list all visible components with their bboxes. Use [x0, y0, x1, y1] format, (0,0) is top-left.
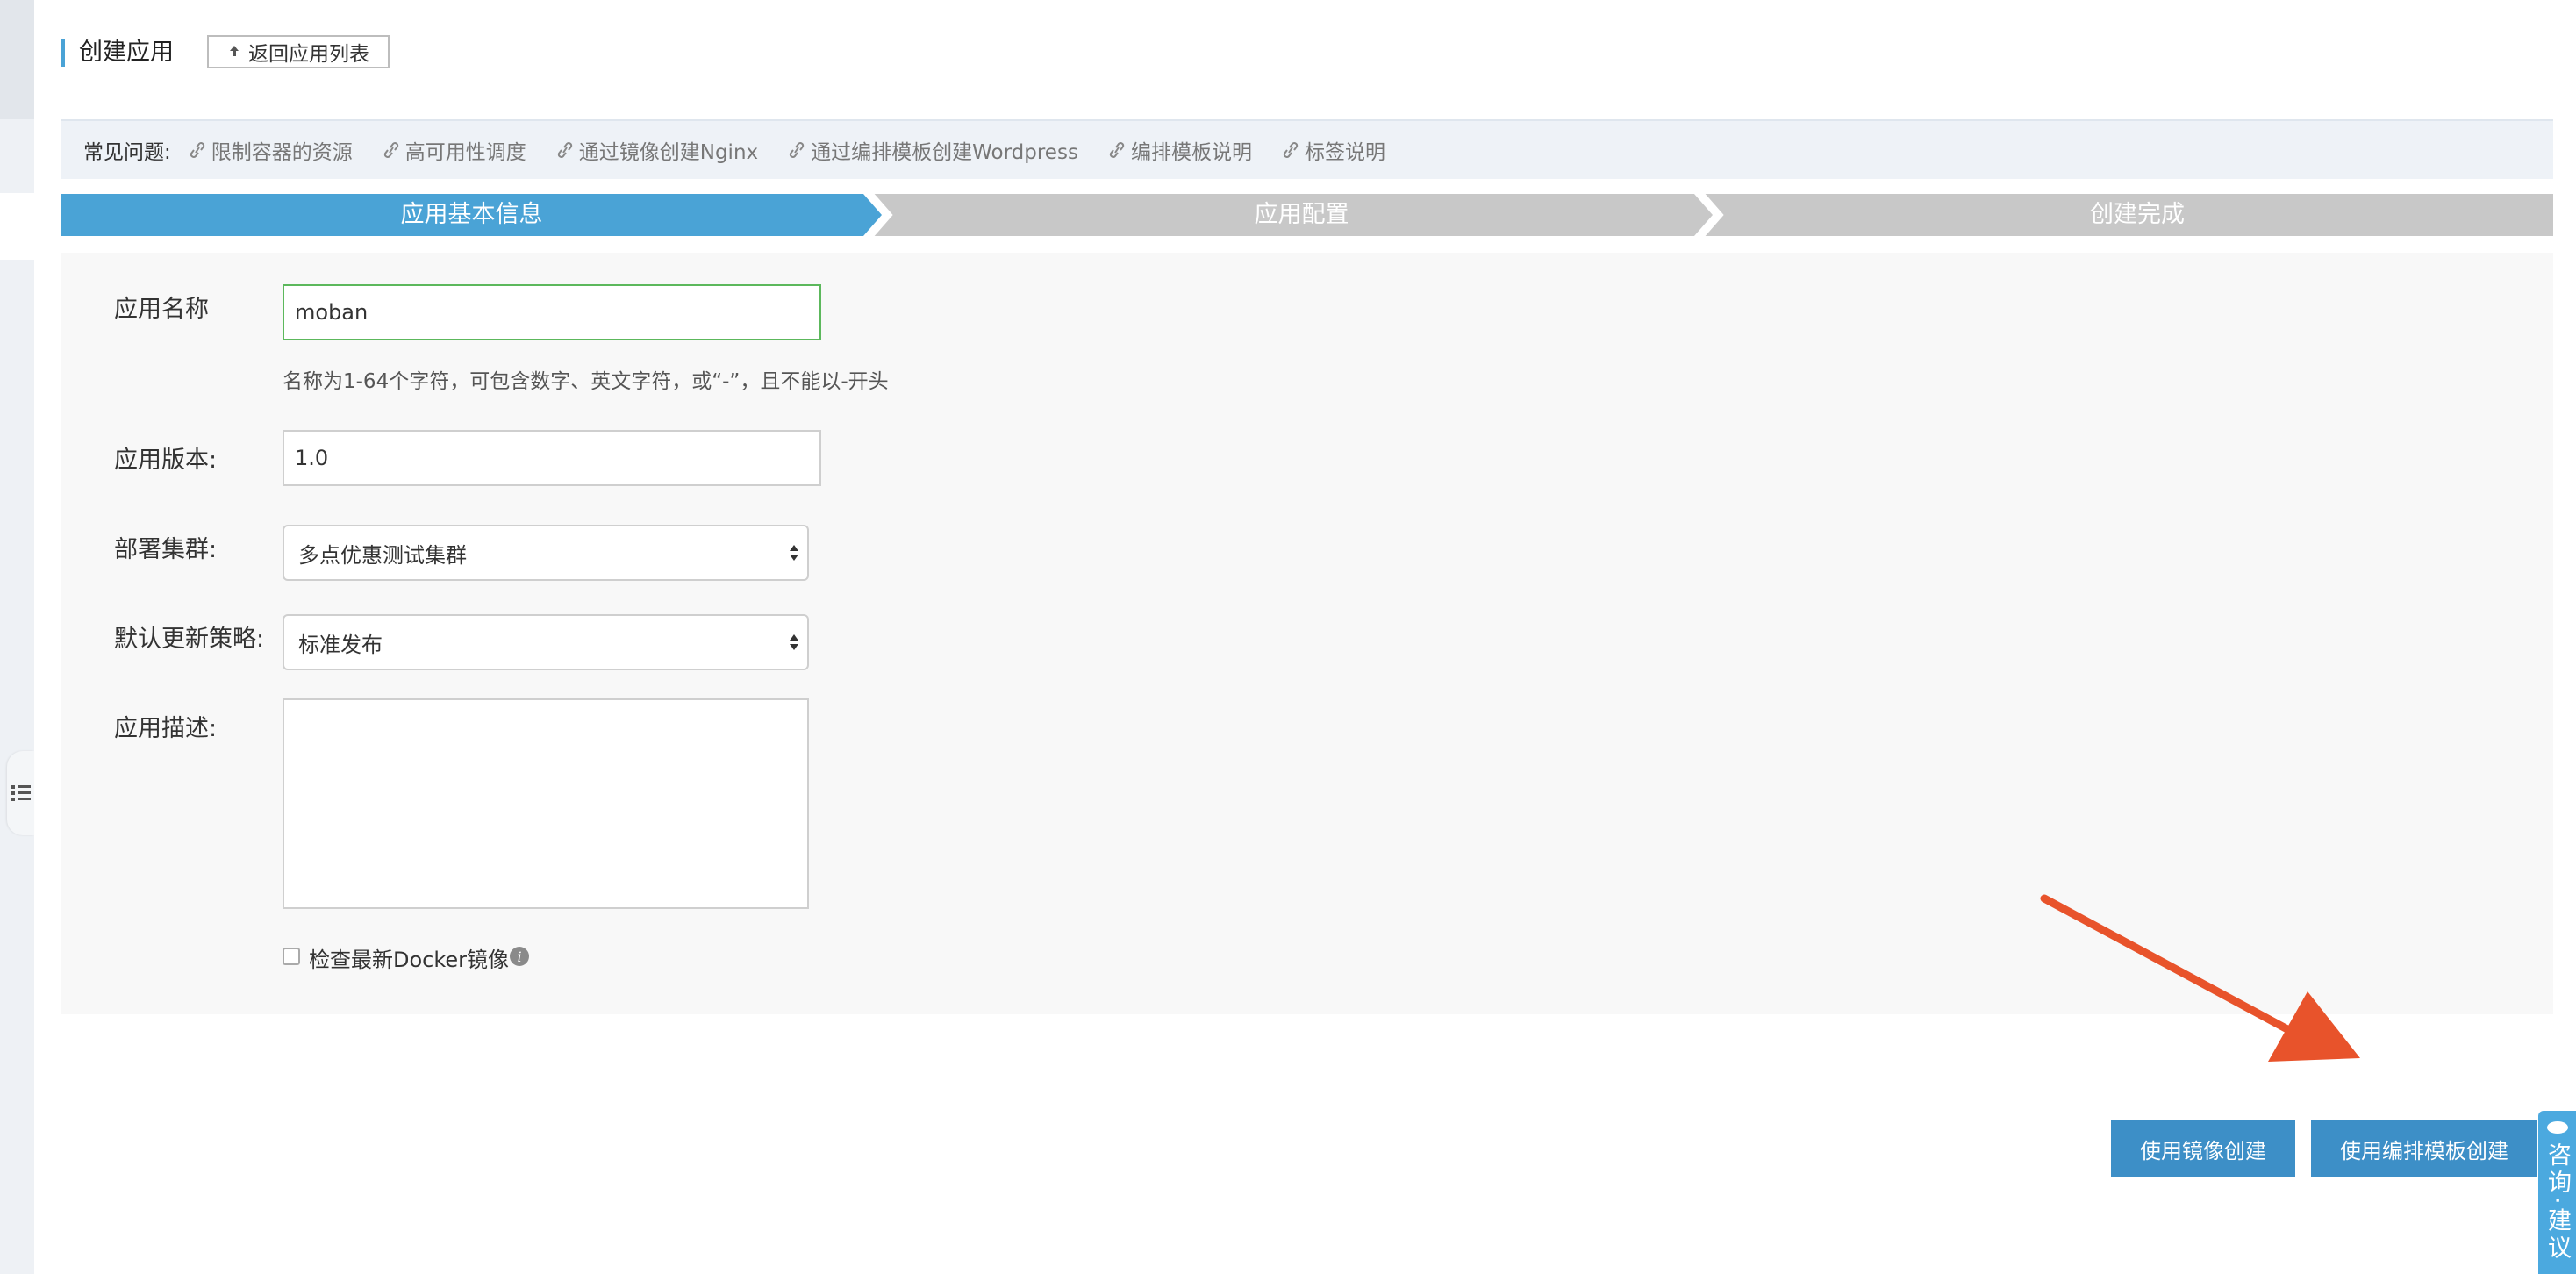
feedback-label: 咨询·建议: [2544, 1142, 2571, 1263]
app-description-textarea[interactable]: [283, 698, 809, 909]
create-from-image-button[interactable]: 使用镜像创建: [2111, 1120, 2295, 1177]
app-description-label: 应用描述:: [114, 715, 218, 742]
deploy-cluster-value: 多点优惠测试集群: [298, 542, 467, 568]
link-icon: [557, 142, 572, 158]
faq-link-nginx[interactable]: 通过镜像创建Nginx: [556, 135, 758, 165]
faq-link-wordpress[interactable]: 通过编排模板创建Wordpress: [788, 135, 1078, 165]
annotation-arrow-icon: [2040, 894, 2360, 1062]
update-strategy-label: 默认更新策略:: [114, 626, 265, 653]
info-icon[interactable]: i: [510, 947, 529, 966]
link-icon: [790, 142, 805, 158]
update-strategy-select[interactable]: 标准发布: [283, 614, 809, 670]
select-arrows-icon: [790, 634, 798, 650]
deploy-cluster-label: 部署集群:: [114, 536, 218, 563]
select-arrows-icon: [790, 545, 798, 561]
link-icon: [190, 142, 204, 158]
sidebar-section-top: [0, 0, 34, 119]
chat-bubble-icon: [2546, 1121, 2568, 1134]
docker-check-checkbox[interactable]: [283, 948, 300, 965]
faq-link-labels[interactable]: 标签说明: [1282, 135, 1385, 165]
app-name-hint: 名称为1-64个字符，可包含数字、英文字符，或“-”，且不能以-开头: [283, 370, 889, 393]
update-strategy-value: 标准发布: [298, 632, 383, 657]
progress-steps: 应用基本信息 应用配置 创建完成: [61, 194, 2553, 236]
left-sidebar: [0, 0, 34, 1274]
link-icon: [1109, 142, 1125, 158]
app-name-label: 应用名称: [114, 296, 209, 323]
faq-bar: 常见问题: 限制容器的资源 高可用性调度 通过镜像创建Nginx 通过编排模板创…: [61, 119, 2553, 179]
app-name-input[interactable]: moban: [283, 284, 821, 340]
faq-label: 常见问题:: [83, 141, 171, 164]
feedback-tab[interactable]: 咨询·建议: [2538, 1111, 2576, 1274]
step-basic-info: 应用基本信息: [400, 201, 543, 228]
create-from-template-button[interactable]: 使用编排模板创建: [2311, 1120, 2537, 1177]
back-button-label: 返回应用列表: [248, 43, 369, 66]
collapse-menu-icon: [11, 785, 31, 801]
app-version-input[interactable]: 1.0: [283, 430, 821, 486]
deploy-cluster-select[interactable]: 多点优惠测试集群: [283, 525, 809, 581]
title-accent-bar: [61, 39, 65, 67]
faq-link-template-doc[interactable]: 编排模板说明: [1108, 135, 1252, 165]
back-to-app-list-button[interactable]: 返回应用列表: [207, 35, 390, 68]
link-icon: [1283, 142, 1299, 158]
upload-arrow-icon: [230, 46, 239, 56]
app-version-label: 应用版本:: [114, 447, 218, 474]
sidebar-toggle[interactable]: [7, 751, 34, 835]
faq-link-resource-limit[interactable]: 限制容器的资源: [189, 135, 353, 165]
step-complete: 创建完成: [2090, 201, 2185, 228]
page-title: 创建应用: [79, 39, 174, 66]
link-icon: [383, 142, 398, 158]
docker-check-label: 检查最新Docker镜像: [309, 948, 510, 972]
sidebar-section-active: [0, 193, 34, 260]
step-app-config: 应用配置: [1254, 201, 1349, 228]
faq-link-high-availability[interactable]: 高可用性调度: [383, 135, 526, 165]
